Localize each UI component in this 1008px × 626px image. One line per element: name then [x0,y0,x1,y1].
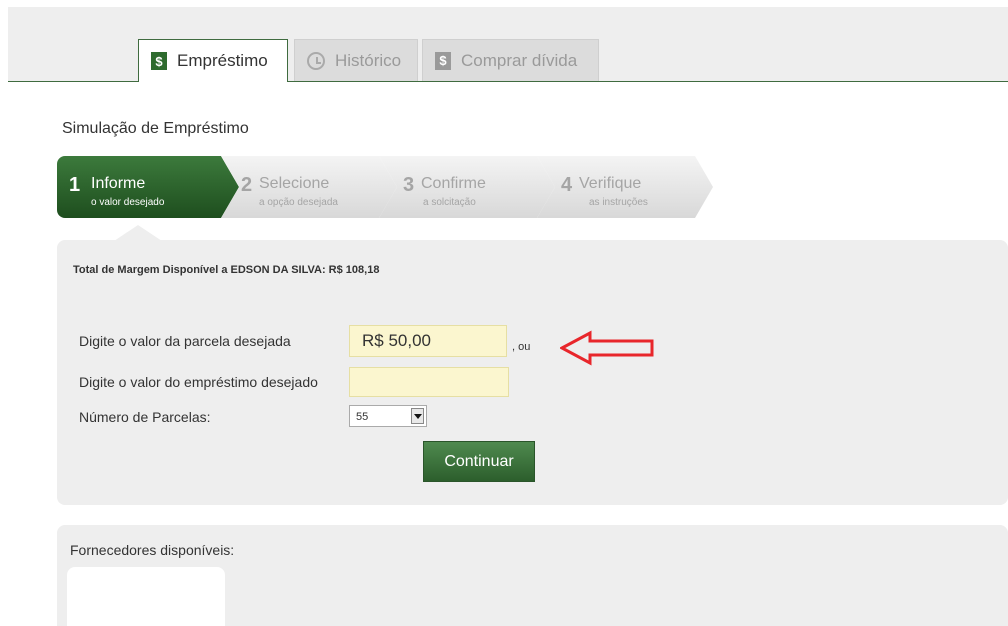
step-title: Verifique [579,175,642,192]
or-text: , ou [512,341,531,353]
dollar-icon: $ [151,52,167,70]
tab-emprestimo[interactable]: $ Empréstimo [138,39,288,82]
loan-amount-input[interactable] [349,367,509,397]
wizard-step-3: 3 Confirme a solcitação [379,156,555,218]
step-title: Selecione [259,175,330,192]
step-number: 4 [561,174,573,196]
available-margin-text: Total de Margem Disponível a EDSON DA SI… [73,264,380,276]
suppliers-title: Fornecedores disponíveis: [70,542,235,558]
step-number: 2 [241,174,253,196]
step-number: 3 [403,174,415,196]
page-title: Simulação de Empréstimo [62,120,249,137]
wizard-step-4: 4 Verifique as instruções [537,156,713,218]
step-subtitle: a solcitação [423,197,476,208]
tab-label: Empréstimo [177,51,268,70]
wizard-step-2: 2 Selecione a opção desejada [221,156,397,218]
installment-label: Digite o valor da parcela desejada [79,333,291,349]
step-subtitle: as instruções [589,197,648,208]
step-title: Informe [91,175,146,192]
loan-amount-label: Digite o valor do empréstimo desejado [79,374,318,390]
step-subtitle: o valor desejado [91,197,165,208]
tab-label: Histórico [335,50,402,70]
installments-select[interactable]: 55 [349,405,427,427]
loan-form-panel: Total de Margem Disponível a EDSON DA SI… [57,240,1008,505]
wizard-steps: 1 Informe o valor desejado 2 Selecione a… [57,156,717,218]
continue-button[interactable]: Continuar [423,441,535,482]
installments-count-label: Número de Parcelas: [79,409,211,425]
chevron-down-icon[interactable] [411,408,424,424]
suppliers-panel: Fornecedores disponíveis: [57,525,1008,626]
step-pointer [114,225,162,241]
supplier-card[interactable] [67,567,225,626]
installment-value-input[interactable] [349,325,507,357]
installments-selected-value: 55 [356,411,369,423]
tab-label: Comprar dívida [461,50,578,70]
red-arrow-annotation-icon [560,330,654,366]
tab-historico[interactable]: Histórico [294,39,418,81]
top-navigation-bar: $ Empréstimo Histórico $ Comprar dívida [8,7,1008,82]
wizard-step-1: 1 Informe o valor desejado [57,156,239,218]
step-number: 1 [69,174,81,196]
tab-comprar-divida[interactable]: $ Comprar dívida [422,39,599,81]
step-subtitle: a opção desejada [259,197,338,208]
clock-icon [307,51,325,70]
step-title: Confirme [421,175,486,192]
dollar-icon: $ [435,51,451,70]
